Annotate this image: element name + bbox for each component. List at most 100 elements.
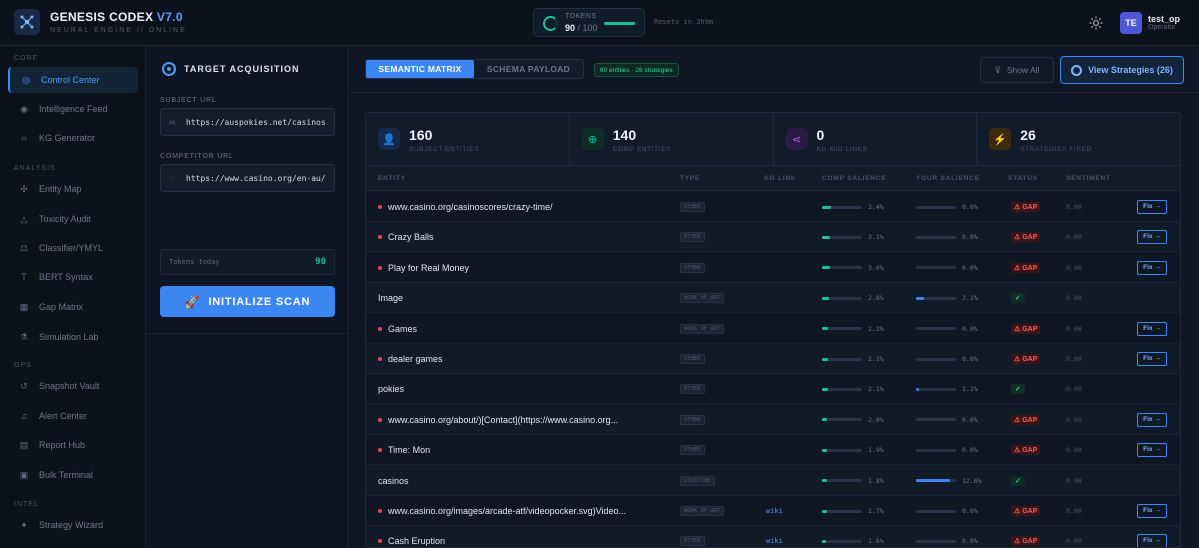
your-salience-value: 12.6% xyxy=(962,476,982,485)
rocket-icon: 🚀 xyxy=(184,294,201,309)
sidebar-item-bert-syntax[interactable]: T BERT Syntax xyxy=(8,264,138,290)
status-badge: ⚠ GAP xyxy=(1011,202,1041,212)
comp-salience-value: 2.1% xyxy=(868,385,884,394)
sidebar: CORE ◎ Control Center ◉ Intelligence Feed … xyxy=(0,46,146,548)
comp-salience-fill xyxy=(822,509,827,513)
token-budget-value: 90 xyxy=(315,257,326,267)
avatar[interactable]: TE xyxy=(1120,12,1142,34)
sidebar-item-control-center[interactable]: ◎ Control Center xyxy=(8,67,138,93)
tab-semantic-matrix[interactable]: SEMANTIC MATRIX xyxy=(366,60,474,78)
target-icon xyxy=(162,62,176,76)
initialize-scan-label: INITIALIZE SCAN xyxy=(208,295,311,308)
sidebar-item-simulation-lab[interactable]: ⚗ Simulation Lab xyxy=(8,324,138,350)
fix-cell: Fix → xyxy=(1137,314,1167,344)
your-salience-value: 3.1% xyxy=(962,294,978,303)
sidebar-item-report-hub[interactable]: ▤ Report Hub xyxy=(8,432,138,458)
comp-salience: 1.7% xyxy=(822,496,884,526)
fix-cell: Fix → xyxy=(1137,496,1167,526)
initialize-scan-button[interactable]: 🚀 INITIALIZE SCAN xyxy=(160,286,335,317)
sidebar-item-label: Toxicity Audit xyxy=(39,214,92,224)
your-salience-fill xyxy=(916,296,925,300)
fix-button[interactable]: Fix → xyxy=(1137,200,1167,214)
table-row: Games WORK_OF_ART 2.2% 0.0% ⚠ GAP 0.00 Fix → xyxy=(366,314,1180,344)
gear-icon[interactable] xyxy=(1087,14,1105,32)
your-salience: 0.0% xyxy=(916,405,978,435)
entity-name: Crazy Balls xyxy=(388,232,434,243)
fix-button[interactable]: Fix → xyxy=(1137,504,1167,518)
show-all-button[interactable]: ⊽ Show All xyxy=(980,57,1054,83)
comp-salience: 3.1% xyxy=(822,222,884,252)
type-tag: WORK_OF_ART xyxy=(680,506,725,516)
your-salience: 3.1% xyxy=(916,283,978,313)
warning-icon: △ xyxy=(20,213,28,224)
fix-button[interactable]: Fix → xyxy=(1137,443,1167,458)
status-badge: ⚠ GAP xyxy=(1011,445,1041,456)
comp-salience-value: 2.0% xyxy=(868,415,884,424)
table-row: www.casino.org/images/arcade-atf/videopo… xyxy=(366,496,1180,526)
status-cell: ⚠ GAP xyxy=(1011,435,1041,465)
comp-salience-bar xyxy=(822,539,862,543)
view-strategies-button[interactable]: View Strategies (26) xyxy=(1060,56,1184,84)
sidebar-item-alert-center[interactable]: ♫ Alert Center xyxy=(8,403,138,429)
your-salience: 1.2% xyxy=(916,374,978,404)
table-row: www.casino.org/about/)[Contact](https://… xyxy=(366,404,1180,435)
col-comp-salience: COMP SALIENCE xyxy=(822,175,887,182)
fix-button[interactable]: Fix → xyxy=(1137,534,1167,547)
sidebar-item-toxicity-audit[interactable]: △ Toxicity Audit xyxy=(8,206,138,232)
type-tag: WORK_OF_ART xyxy=(680,293,725,304)
network-icon: ✣ xyxy=(20,183,28,194)
comp-salience-bar xyxy=(822,327,862,331)
kg-link[interactable]: wiki xyxy=(766,496,783,526)
fix-button[interactable]: Fix → xyxy=(1137,260,1167,275)
fix-button[interactable]: Fix → xyxy=(1137,352,1167,366)
subject-url-field[interactable]: ∞ xyxy=(160,108,335,136)
entity-cell: www.casino.org/images/arcade-atf/videopo… xyxy=(378,496,626,526)
tab-schema-payload[interactable]: SCHEMA PAYLOAD xyxy=(474,60,583,78)
sidebar-item-snapshot-vault[interactable]: ↺ Snapshot Vault xyxy=(8,373,138,399)
sidebar-item-intelligence-feed[interactable]: ◉ Intelligence Feed xyxy=(8,96,138,122)
your-salience-value: 0.0% xyxy=(962,507,978,515)
kg-link[interactable]: wiki xyxy=(766,526,783,547)
your-salience-fill xyxy=(916,387,920,391)
your-salience-value: 0.0% xyxy=(962,415,978,424)
entity-count-badge: 60 entities · 26 strategies xyxy=(594,63,679,77)
comp-salience-value: 1.8% xyxy=(868,476,884,485)
your-salience-value: 0.0% xyxy=(962,355,978,363)
comp-salience-fill xyxy=(822,205,832,209)
fix-button[interactable]: Fix → xyxy=(1137,321,1167,336)
entity-name: dealer games xyxy=(388,354,443,364)
comp-salience-bar xyxy=(822,509,862,513)
sentiment-value: 0.00 xyxy=(1066,446,1082,455)
comp-salience-bar xyxy=(822,296,862,300)
sidebar-item-entity-map[interactable]: ✣ Entity Map xyxy=(8,176,138,202)
your-salience-bar xyxy=(916,509,956,513)
panel-title: TARGET ACQUISITION xyxy=(162,62,300,76)
sidebar-item-label: Bulk Terminal xyxy=(39,470,93,480)
sentiment-value: 0.00 xyxy=(1066,537,1082,546)
fix-button[interactable]: Fix → xyxy=(1137,230,1167,245)
comp-salience-value: 2.2% xyxy=(868,355,884,363)
fix-button[interactable]: Fix → xyxy=(1137,412,1167,427)
status-cell: ⚠ GAP xyxy=(1011,496,1041,526)
type-tag: OTHER xyxy=(680,536,705,547)
gap-dot-icon xyxy=(378,235,382,240)
competitor-url-input[interactable] xyxy=(186,173,326,183)
competitor-url-field[interactable]: ◌ xyxy=(160,164,335,192)
sidebar-item-label: Entity Map xyxy=(39,184,82,194)
sidebar-item-label: Simulation Lab xyxy=(39,332,99,342)
subject-url-input[interactable] xyxy=(186,117,326,127)
sidebar-item-strategy-wizard[interactable]: ✦ Strategy Wizard xyxy=(8,512,138,538)
sidebar-item-kg-generator[interactable]: ‹› KG Generator xyxy=(8,125,138,151)
sentiment-value: 0.00 xyxy=(1066,385,1082,394)
comp-salience-bar xyxy=(822,266,862,270)
comp-salience-value: 1.6% xyxy=(868,537,884,546)
type-tag: OTHER xyxy=(680,414,705,425)
sidebar-item-bulk-terminal[interactable]: ▣ Bulk Terminal xyxy=(8,462,138,488)
type-tag: OTHER xyxy=(680,232,705,243)
sidebar-item-gap-matrix[interactable]: ▦ Gap Matrix xyxy=(8,294,138,320)
table-row: Image WORK_OF_ART 2.8% 3.1% ✓ 0.00 xyxy=(366,283,1180,314)
sidebar-item-classifier-ymyl[interactable]: ⚖ Classifier/YMYL xyxy=(8,235,138,261)
your-salience-bar xyxy=(916,205,956,209)
comp-salience: 3.0% xyxy=(822,253,884,283)
sentiment-value: 0.00 xyxy=(1066,507,1082,515)
